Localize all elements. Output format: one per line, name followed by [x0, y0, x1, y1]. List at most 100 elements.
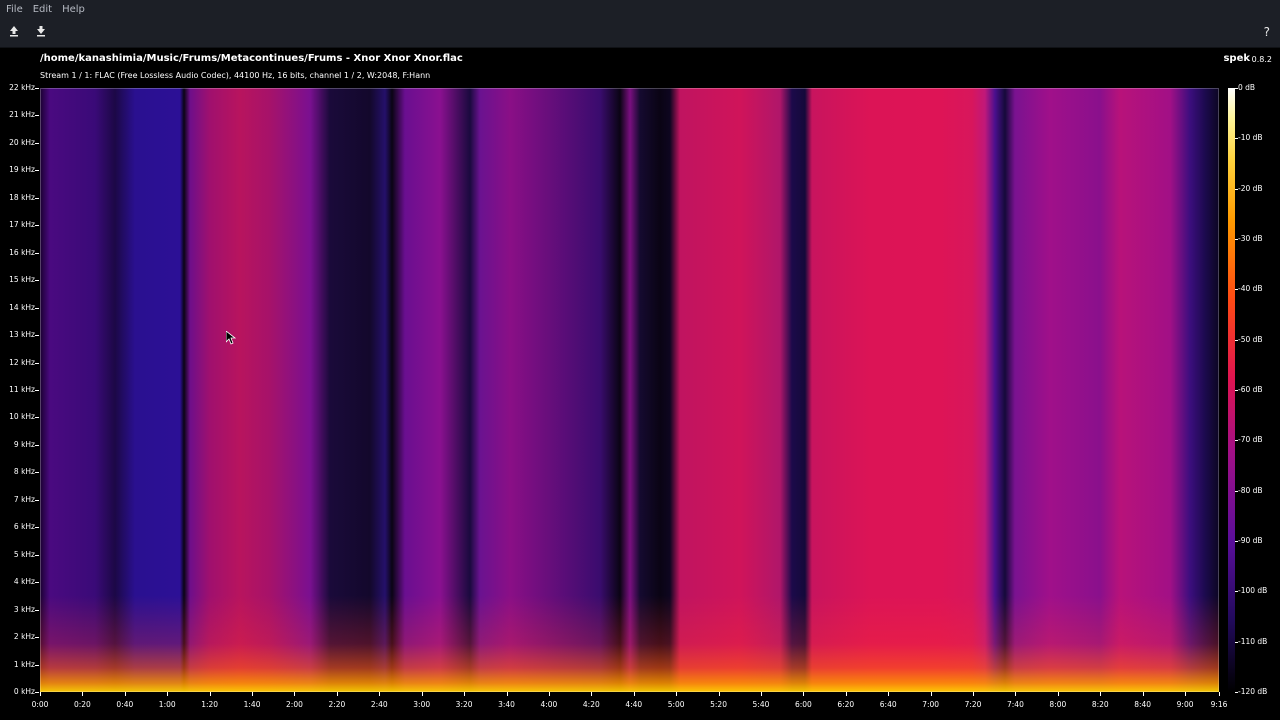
freq-tick-mark	[35, 582, 39, 584]
time-tick-mark	[464, 692, 466, 696]
time-tick-mark	[1142, 692, 1144, 696]
time-tick-mark	[252, 692, 254, 696]
db-tick-mark	[1235, 541, 1238, 542]
db-tick-label: -20 dB	[1238, 183, 1263, 193]
db-tick-mark	[1235, 188, 1238, 190]
freq-tick-label: 7 kHz	[13, 494, 35, 504]
db-tick-label: -40 dB	[1238, 284, 1263, 294]
db-tick-mark	[1235, 440, 1238, 442]
time-tick-label: 7:20	[964, 700, 982, 709]
time-tick-mark	[40, 692, 41, 696]
db-tick-mark	[1235, 641, 1238, 643]
freq-tick-mark	[35, 307, 39, 309]
menu-file[interactable]: File	[6, 4, 23, 15]
freq-tick-label: 5 kHz	[13, 549, 35, 559]
time-tick-label: 8:40	[1134, 700, 1152, 709]
db-colorbar	[1228, 88, 1235, 692]
time-tick-label: 1:20	[201, 700, 219, 709]
db-tick-mark	[1235, 88, 1238, 89]
app-name: spek	[1223, 53, 1250, 64]
freq-tick-mark	[35, 362, 39, 364]
time-tick-label: 2:40	[370, 700, 388, 709]
freq-tick-label: 14 kHz	[9, 302, 35, 312]
time-tick-mark	[1185, 692, 1187, 696]
time-tick-mark	[1219, 692, 1220, 696]
freq-tick-label: 18 kHz	[9, 192, 35, 202]
freq-tick-label: 4 kHz	[13, 577, 35, 587]
db-tick-mark	[1235, 239, 1238, 240]
download-arrow-icon[interactable]	[33, 25, 49, 41]
file-path: /home/kanashimia/Music/Frums/Metacontinu…	[40, 53, 463, 64]
time-tick-mark	[1100, 692, 1102, 696]
freq-tick-label: 3 kHz	[13, 604, 35, 614]
db-tick-label: -80 dB	[1238, 485, 1263, 495]
time-tick-mark	[82, 692, 84, 696]
freq-tick-label: 9 kHz	[13, 439, 35, 449]
time-tick-label: 3:20	[455, 700, 473, 709]
freq-tick-label: 10 kHz	[9, 412, 35, 422]
time-tick-label: 2:20	[328, 700, 346, 709]
upload-arrow-icon[interactable]	[6, 25, 22, 41]
freq-tick-label: 19 kHz	[9, 165, 35, 175]
time-tick-mark	[421, 692, 423, 696]
help-button[interactable]: ?	[1264, 25, 1270, 39]
time-tick-mark	[336, 692, 338, 696]
time-tick-mark	[760, 692, 762, 696]
time-tick-label: 5:40	[752, 700, 770, 709]
time-tick-label: 6:20	[837, 700, 855, 709]
db-tick-mark	[1235, 692, 1238, 693]
freq-tick-mark	[35, 472, 39, 474]
freq-tick-label: 8 kHz	[13, 467, 35, 477]
freq-tick-mark	[35, 197, 39, 199]
open-file-glyph	[10, 26, 18, 37]
time-tick-label: 9:16	[1210, 700, 1228, 709]
db-tick-label: -70 dB	[1238, 435, 1263, 445]
time-tick-label: 8:00	[1049, 700, 1067, 709]
time-tick-mark	[548, 692, 550, 696]
time-tick-label: 0:00	[31, 700, 49, 709]
time-tick-label: 7:00	[922, 700, 940, 709]
time-tick-label: 4:00	[540, 700, 558, 709]
time-tick-label: 6:00	[794, 700, 812, 709]
freq-tick-mark	[35, 499, 39, 501]
toolbar: ?	[0, 18, 1280, 48]
freq-tick-mark	[35, 417, 39, 419]
time-tick-mark	[845, 692, 847, 696]
freq-tick-mark	[35, 335, 39, 337]
freq-tick-mark	[35, 88, 39, 89]
mouse-cursor-icon	[226, 331, 236, 345]
time-tick-mark	[591, 692, 593, 696]
time-tick-mark	[1057, 692, 1059, 696]
time-tick-label: 4:20	[582, 700, 600, 709]
time-tick-label: 4:40	[625, 700, 643, 709]
time-tick-mark	[124, 692, 126, 696]
freq-tick-mark	[35, 170, 39, 172]
freq-tick-mark	[35, 390, 39, 391]
db-tick-label: -110 dB	[1238, 636, 1268, 646]
freq-tick-mark	[35, 444, 39, 446]
time-tick-label: 1:40	[243, 700, 261, 709]
app-version: 0.8.2	[1251, 55, 1272, 64]
menu-help[interactable]: Help	[62, 4, 85, 15]
freq-tick-mark	[35, 142, 39, 144]
freq-tick-mark	[35, 280, 39, 282]
time-tick-mark	[1015, 692, 1017, 696]
freq-tick-label: 11 kHz	[9, 385, 35, 394]
time-tick-label: 7:40	[1007, 700, 1024, 709]
time-tick-label: 0:40	[116, 700, 134, 709]
freq-tick-label: 15 kHz	[9, 275, 35, 285]
menu-edit[interactable]: Edit	[33, 4, 52, 15]
freq-tick-label: 13 kHz	[9, 330, 35, 340]
freq-tick-mark	[35, 664, 39, 666]
time-tick-label: 5:00	[667, 700, 685, 709]
db-tick-mark	[1235, 490, 1238, 492]
freq-tick-mark	[35, 554, 39, 556]
spectrogram-view[interactable]	[40, 88, 1219, 692]
time-tick-label: 6:40	[879, 700, 897, 709]
freq-tick-mark	[35, 692, 39, 693]
db-tick-label: 0 dB	[1238, 83, 1256, 92]
freq-tick-mark	[35, 252, 39, 254]
time-tick-mark	[718, 692, 720, 696]
freq-tick-label: 2 kHz	[13, 632, 35, 642]
freq-tick-label: 17 kHz	[9, 220, 35, 230]
